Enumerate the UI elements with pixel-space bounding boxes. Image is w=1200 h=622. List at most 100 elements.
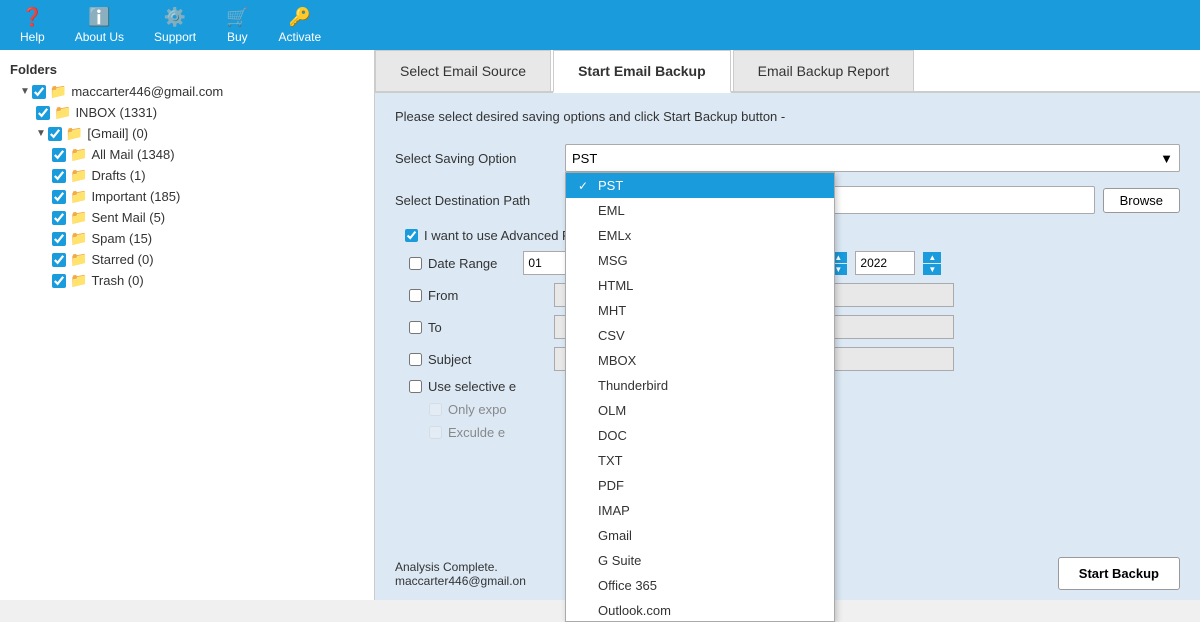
date-range-label: Date Range	[428, 256, 497, 271]
format-option-txt[interactable]: TXT	[566, 448, 834, 473]
content-area: Select Email SourceStart Email BackupEma…	[375, 50, 1200, 600]
folder-checkbox-inbox[interactable]	[36, 106, 50, 120]
folder-checkbox-drafts[interactable]	[52, 169, 66, 183]
format-option-csv[interactable]: CSV	[566, 323, 834, 348]
folder-item-gmail[interactable]: ▼📁[Gmail] (0)	[0, 123, 374, 144]
main-panel: Please select desired saving options and…	[375, 93, 1200, 600]
analysis-email: maccarter446@gmail.on	[395, 574, 526, 588]
folder-label-spam: Spam (15)	[91, 231, 152, 246]
folder-label-allmail: All Mail (1348)	[91, 147, 174, 162]
format-label: HTML	[598, 278, 633, 293]
exclude-checkbox[interactable]	[429, 426, 442, 439]
format-label: MSG	[598, 253, 628, 268]
format-label: CSV	[598, 328, 625, 343]
folder-icon-inbox: 📁	[54, 104, 71, 121]
folder-checkbox-important[interactable]	[52, 190, 66, 204]
main-layout: Folders ▼📁maccarter446@gmail.com📁INBOX (…	[0, 50, 1200, 600]
saving-option-row: Select Saving Option PST ▼ ✓PSTEMLEMLxMS…	[395, 144, 1180, 172]
folder-checkbox-allmail[interactable]	[52, 148, 66, 162]
format-option-mht[interactable]: MHT	[566, 298, 834, 323]
format-option-html[interactable]: HTML	[566, 273, 834, 298]
folder-item-sentmail[interactable]: 📁Sent Mail (5)	[0, 207, 374, 228]
format-option-pdf[interactable]: PDF	[566, 473, 834, 498]
folder-item-account[interactable]: ▼📁maccarter446@gmail.com	[0, 81, 374, 102]
buy-label: Buy	[227, 30, 248, 44]
support-icon: ⚙️	[164, 7, 186, 28]
to-label: To	[428, 320, 548, 335]
format-option-imap[interactable]: IMAP	[566, 498, 834, 523]
browse-button[interactable]: Browse	[1103, 188, 1180, 213]
folder-icon-drafts: 📁	[70, 167, 87, 184]
destination-label: Select Destination Path	[395, 193, 565, 208]
folder-icon-account: 📁	[50, 83, 67, 100]
format-option-msg[interactable]: MSG	[566, 248, 834, 273]
folder-checkbox-spam[interactable]	[52, 232, 66, 246]
folder-icon-starred: 📁	[70, 251, 87, 268]
format-option-emlx[interactable]: EMLx	[566, 223, 834, 248]
format-option-olm[interactable]: OLM	[566, 398, 834, 423]
folder-item-drafts[interactable]: 📁Drafts (1)	[0, 165, 374, 186]
chevron-icon: ▼	[36, 128, 46, 139]
format-label: Gmail	[598, 528, 632, 543]
folder-checkbox-sentmail[interactable]	[52, 211, 66, 225]
format-option-doc[interactable]: DOC	[566, 423, 834, 448]
analysis-section: Analysis Complete. maccarter446@gmail.on	[395, 560, 526, 588]
tab-backup-report[interactable]: Email Backup Report	[733, 50, 915, 91]
to-checkbox[interactable]	[409, 321, 422, 334]
tab-select-source[interactable]: Select Email Source	[375, 50, 551, 91]
format-label: TXT	[598, 453, 623, 468]
advanced-filter-checkbox[interactable]	[405, 229, 418, 242]
format-option-gmail[interactable]: Gmail	[566, 523, 834, 548]
analysis-text: Analysis Complete.	[395, 560, 526, 574]
check-icon: ✓	[578, 179, 592, 193]
toolbar: ❓Help ℹ️About Us ⚙️Support 🛒Buy 🔑Activate	[0, 0, 1200, 50]
date-range-checkbox[interactable]	[409, 257, 422, 270]
activate-label: Activate	[279, 30, 322, 44]
folder-item-starred[interactable]: 📁Starred (0)	[0, 249, 374, 270]
format-label: MBOX	[598, 353, 636, 368]
format-dropdown: ✓PSTEMLEMLxMSGHTMLMHTCSVMBOXThunderbirdO…	[565, 172, 835, 622]
subject-label: Subject	[428, 352, 548, 367]
start-backup-button[interactable]: Start Backup	[1058, 557, 1180, 590]
tabs-bar: Select Email SourceStart Email BackupEma…	[375, 50, 1200, 93]
tab-start-backup[interactable]: Start Email Backup	[553, 50, 731, 93]
format-option-outlook[interactable]: Outlook.com	[566, 598, 834, 622]
toolbar-item-support[interactable]: ⚙️Support	[154, 7, 196, 44]
to-year-input[interactable]	[855, 251, 915, 275]
folder-item-inbox[interactable]: 📁 INBOX (1331)	[0, 102, 374, 123]
folder-checkbox-starred[interactable]	[52, 253, 66, 267]
format-label: IMAP	[598, 503, 630, 518]
format-option-office365[interactable]: Office 365	[566, 573, 834, 598]
folder-checkbox-gmail[interactable]	[48, 127, 62, 141]
from-checkbox[interactable]	[409, 289, 422, 302]
saving-option-button[interactable]: PST ▼	[565, 144, 1180, 172]
folder-item-spam[interactable]: 📁Spam (15)	[0, 228, 374, 249]
folder-label-inbox: INBOX (1331)	[75, 105, 157, 120]
toolbar-item-activate[interactable]: 🔑Activate	[279, 7, 322, 44]
only-export-checkbox[interactable]	[429, 403, 442, 416]
help-icon: ❓	[21, 7, 43, 28]
format-label: PST	[598, 178, 623, 193]
format-label: Outlook.com	[598, 603, 671, 618]
to-year-down[interactable]: ▼	[923, 264, 941, 275]
toolbar-item-buy[interactable]: 🛒Buy	[226, 7, 248, 44]
toolbar-item-about[interactable]: ℹ️About Us	[75, 7, 124, 44]
folder-item-allmail[interactable]: 📁All Mail (1348)	[0, 144, 374, 165]
format-option-thunderbird[interactable]: Thunderbird	[566, 373, 834, 398]
format-option-eml[interactable]: EML	[566, 198, 834, 223]
folder-checkbox-trash[interactable]	[52, 274, 66, 288]
subject-checkbox[interactable]	[409, 353, 422, 366]
format-option-pst[interactable]: ✓ PST	[566, 173, 834, 198]
format-option-mbox[interactable]: MBOX	[566, 348, 834, 373]
format-label: MHT	[598, 303, 626, 318]
folder-item-important[interactable]: 📁Important (185)	[0, 186, 374, 207]
folder-label-sentmail: Sent Mail (5)	[91, 210, 165, 225]
to-year-up[interactable]: ▲	[923, 252, 941, 263]
folder-item-trash[interactable]: 📁Trash (0)	[0, 270, 374, 291]
folder-label-account: maccarter446@gmail.com	[71, 84, 223, 99]
folder-checkbox-account[interactable]	[32, 85, 46, 99]
selective-checkbox[interactable]	[409, 380, 422, 393]
format-option-gsuite[interactable]: G Suite	[566, 548, 834, 573]
toolbar-item-help[interactable]: ❓Help	[20, 7, 45, 44]
chevron-down-icon: ▼	[1160, 151, 1173, 166]
